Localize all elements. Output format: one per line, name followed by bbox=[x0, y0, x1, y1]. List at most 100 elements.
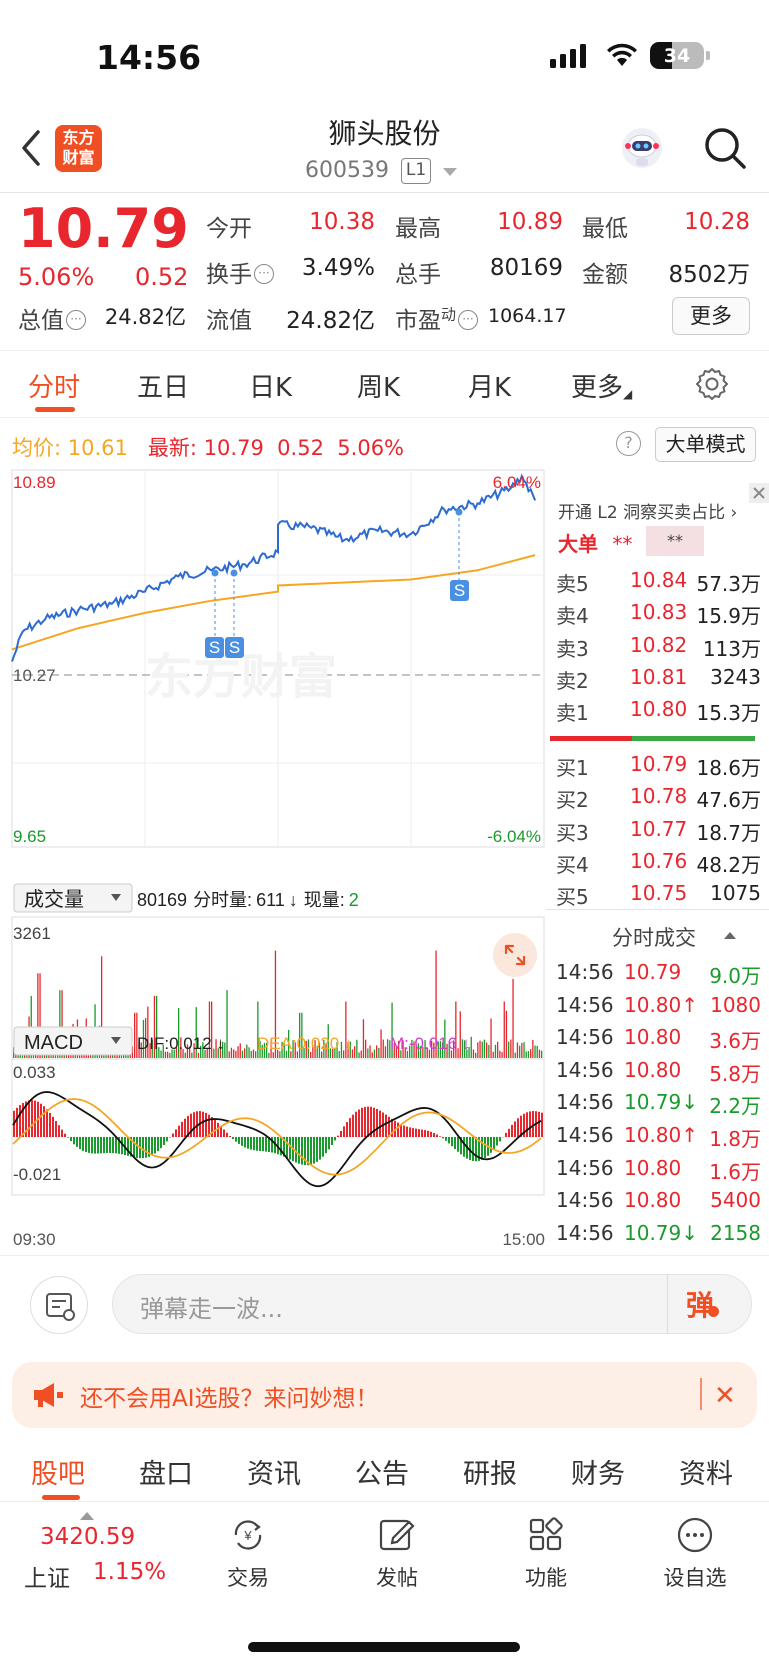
big-order-masked[interactable]: ** bbox=[646, 526, 704, 556]
volume-bar bbox=[371, 1052, 373, 1058]
info-icon[interactable]: ··· bbox=[458, 310, 479, 330]
chevron-up-icon[interactable] bbox=[80, 1512, 94, 1520]
volume-bar bbox=[387, 1039, 389, 1058]
volume-bar bbox=[369, 1045, 371, 1058]
macd-bar bbox=[85, 1137, 87, 1153]
macd-bar bbox=[463, 1137, 465, 1157]
trade-row: 14:56 10.80 3.6万 bbox=[556, 1025, 761, 1054]
pe-label[interactable]: 市盈动 ··· bbox=[395, 301, 479, 335]
tab-profile[interactable]: 资料 bbox=[679, 1452, 733, 1491]
intraday-chart[interactable]: 东方财富 S S S 10.89 6.04% 10.27 9.65 -6.04%… bbox=[0, 465, 546, 1255]
danmu-toggle-button[interactable]: 弹 bbox=[686, 1284, 720, 1324]
index-value[interactable]: 3420.59 bbox=[40, 1524, 135, 1550]
expand-icon[interactable] bbox=[493, 933, 537, 977]
volume-bar bbox=[510, 1039, 512, 1058]
volume-bar bbox=[519, 1045, 521, 1058]
ai-assistant-robot-icon[interactable] bbox=[618, 124, 666, 172]
macd-bar bbox=[61, 1129, 63, 1137]
change-amount: 0.52 bbox=[135, 263, 189, 291]
search-icon[interactable] bbox=[703, 126, 747, 170]
volume-bar bbox=[508, 1041, 510, 1058]
volume-bar bbox=[248, 1047, 250, 1058]
low-value: 10.28 bbox=[684, 209, 750, 235]
index-percent[interactable]: 1.15% bbox=[93, 1559, 166, 1585]
trade-row: 14:56 10.79↓ 2.2万 bbox=[556, 1090, 761, 1119]
macd-bar bbox=[442, 1137, 444, 1139]
tab-five-day[interactable]: 五日 bbox=[137, 367, 189, 404]
volume-bar bbox=[488, 1044, 490, 1058]
tab-finance[interactable]: 财务 bbox=[571, 1452, 625, 1491]
sell-marker[interactable]: S bbox=[225, 637, 244, 658]
tab-underline bbox=[35, 407, 75, 412]
avg-price-line bbox=[11, 554, 536, 651]
volume-bar bbox=[516, 1042, 519, 1058]
macd-bar bbox=[94, 1137, 96, 1154]
post-label: 发帖 bbox=[376, 1566, 418, 1590]
turnover-label[interactable]: 换手 ··· bbox=[206, 255, 274, 289]
promo-text[interactable]: 还不会用AI选股？来问妙想！ bbox=[80, 1379, 379, 1413]
macd-bar bbox=[175, 1129, 177, 1137]
trades-title[interactable]: 分时成交 bbox=[612, 922, 696, 952]
macd-bar bbox=[265, 1137, 267, 1152]
volume-bar bbox=[376, 1045, 378, 1058]
chevron-up-icon[interactable] bbox=[724, 932, 736, 939]
function-button[interactable]: 功能 bbox=[496, 1516, 596, 1592]
big-order-mode-button[interactable]: 大单模式 bbox=[655, 427, 756, 462]
total-cap-label[interactable]: 总值 ··· bbox=[18, 301, 86, 335]
settings-gear-icon[interactable] bbox=[695, 367, 729, 401]
close-icon[interactable] bbox=[749, 483, 769, 503]
tab-monthly-k[interactable]: 月K bbox=[468, 367, 511, 404]
info-icon[interactable]: ··· bbox=[254, 264, 274, 284]
macd-bar bbox=[136, 1137, 138, 1158]
macd-bar bbox=[298, 1137, 300, 1164]
macd-bar bbox=[256, 1137, 258, 1151]
tab-guba[interactable]: 股吧 bbox=[31, 1452, 85, 1491]
low-label: 最低 bbox=[582, 216, 628, 242]
comment-settings-icon[interactable] bbox=[30, 1276, 88, 1334]
wifi-icon bbox=[607, 43, 637, 66]
volume-bar bbox=[362, 1019, 365, 1058]
big-order-label: 大单 bbox=[558, 532, 598, 556]
l2-promo[interactable]: 开通 L2 洞察买卖占比 › bbox=[558, 498, 737, 523]
macd-bar bbox=[142, 1137, 144, 1159]
level-badge[interactable]: L1 bbox=[401, 158, 431, 184]
tab-news[interactable]: 资讯 bbox=[247, 1452, 301, 1491]
post-button[interactable]: 发帖 bbox=[347, 1516, 447, 1592]
sell-marker[interactable]: S bbox=[450, 580, 469, 601]
macd-bar bbox=[70, 1137, 72, 1142]
more-button[interactable]: 更多 bbox=[672, 297, 750, 335]
volume-bar bbox=[360, 1050, 362, 1058]
index-name[interactable]: 上证 bbox=[24, 1559, 70, 1593]
help-icon[interactable]: ? bbox=[616, 431, 641, 456]
chevron-down-icon[interactable] bbox=[443, 168, 457, 176]
float-cap-value: 24.82亿 bbox=[286, 308, 375, 334]
trade-button[interactable]: ¥ 交易 bbox=[198, 1516, 298, 1592]
macd-bar bbox=[28, 1100, 30, 1137]
tab-intraday[interactable]: 分时 bbox=[28, 367, 80, 404]
volume-bar bbox=[134, 1012, 136, 1058]
change-percent: 5.06% bbox=[18, 263, 95, 291]
macd-bar bbox=[145, 1137, 147, 1158]
stock-code[interactable]: 600539 bbox=[305, 158, 389, 183]
tab-announcements[interactable]: 公告 bbox=[355, 1452, 409, 1491]
volume-bar bbox=[226, 990, 228, 1058]
macd-bar bbox=[289, 1137, 291, 1160]
bid-row: 买2 10.78 47.6万 bbox=[556, 784, 761, 812]
add-watchlist-button[interactable]: 设自选 bbox=[645, 1516, 745, 1592]
tab-more[interactable]: 更多◢ bbox=[571, 367, 632, 404]
ask-row: 卖2 10.81 3243 bbox=[556, 665, 761, 693]
danmu-placeholder: 弹幕走一波... bbox=[140, 1295, 283, 1323]
tab-weekly-k[interactable]: 周K bbox=[357, 367, 400, 404]
open-label: 今开 bbox=[206, 216, 252, 242]
sell-marker[interactable]: S bbox=[205, 637, 224, 658]
macd-bar bbox=[31, 1100, 33, 1137]
info-icon[interactable]: ··· bbox=[66, 310, 86, 330]
tab-research[interactable]: 研报 bbox=[463, 1452, 517, 1491]
close-icon[interactable]: ✕ bbox=[714, 1381, 736, 1411]
volume-bar bbox=[246, 1044, 248, 1058]
tab-daily-k[interactable]: 日K bbox=[249, 367, 292, 404]
macd-bar bbox=[58, 1125, 60, 1137]
tab-pankou[interactable]: 盘口 bbox=[139, 1452, 193, 1491]
volume-bar bbox=[538, 1049, 541, 1058]
ai-promo-banner[interactable]: 还不会用AI选股？来问妙想！ ✕ bbox=[12, 1362, 757, 1428]
